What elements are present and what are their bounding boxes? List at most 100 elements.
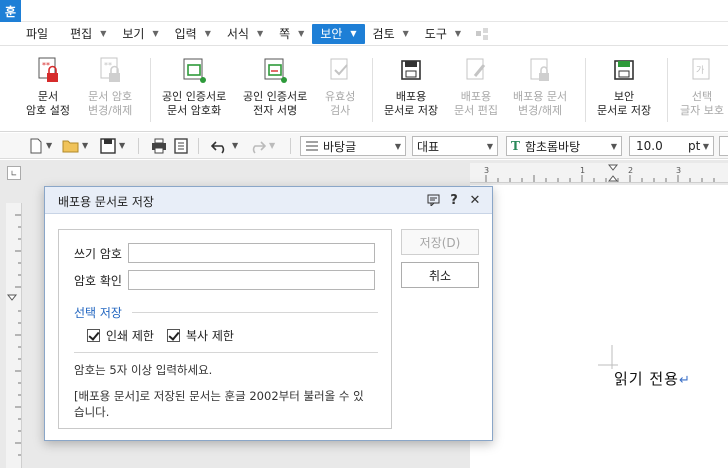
dist-change-button[interactable]: 배포용 문서 변경/해제 xyxy=(513,56,567,118)
menu-insert[interactable]: 입력 ▼ xyxy=(167,24,219,44)
dialog-title-bar[interactable]: 배포용 문서로 저장 ? ✕ xyxy=(45,187,492,214)
preview-icon[interactable] xyxy=(173,138,189,154)
cert-encrypt-label-2: 문서 암호화 xyxy=(167,104,222,117)
cancel-button[interactable]: 취소 xyxy=(401,262,479,288)
vertical-ruler[interactable] xyxy=(6,203,22,468)
save-icon[interactable] xyxy=(100,138,116,154)
change-password-label-1: 문서 암호 xyxy=(88,90,133,103)
save-disk-icon xyxy=(401,60,421,80)
menu-insert-label: 입력 xyxy=(174,27,197,41)
dist-edit-button[interactable]: 배포용 문서 편집 xyxy=(454,56,498,118)
svg-text:3: 3 xyxy=(484,166,489,175)
validity-check-button[interactable]: 유효성 검사 xyxy=(325,56,355,118)
chevron-down-icon: ▼ xyxy=(402,29,409,38)
svg-text:1: 1 xyxy=(580,166,585,175)
collaborate-icon[interactable] xyxy=(475,27,489,41)
chevron-down-icon: ▼ xyxy=(350,29,357,38)
menu-edit-label: 편집 xyxy=(70,27,93,41)
chevron-down-icon: ▼ xyxy=(454,29,462,38)
font-size-select[interactable]: 10.0 pt ▼ xyxy=(629,136,714,156)
ribbon: ** 문서 암호 설정 ** 문서 암호 변경/해제 공인 인증서로 문서 암호… xyxy=(0,46,728,132)
section-divider xyxy=(132,312,378,313)
menu-edit[interactable]: 편집 ▼ xyxy=(62,24,114,44)
validity-label-1: 유효성 xyxy=(325,90,356,103)
chevron-down-icon[interactable]: ▼ xyxy=(46,141,52,157)
font-select[interactable]: T 함초롬바탕 ▼ xyxy=(506,136,622,156)
dist-edit-label-1: 배포용 xyxy=(460,90,492,103)
font-value: 함초롬바탕 xyxy=(524,139,581,154)
menu-file[interactable]: 파일 xyxy=(0,24,62,44)
new-document-icon[interactable] xyxy=(28,138,44,154)
close-button[interactable]: ✕ xyxy=(467,192,483,208)
help-button[interactable]: ? xyxy=(446,192,462,208)
chevron-down-icon[interactable]: ▼ xyxy=(269,141,275,157)
secure-save-label-2: 문서로 저장 xyxy=(597,104,652,117)
menu-review-label: 검토 xyxy=(372,27,395,41)
copy-restrict-label: 복사 제한 xyxy=(186,329,234,343)
language-select[interactable]: 대표 ▼ xyxy=(412,136,498,156)
menu-review[interactable]: 검토 ▼ xyxy=(365,24,417,44)
document-page[interactable] xyxy=(470,185,728,468)
ribbon-divider xyxy=(150,58,151,122)
dist-save-label-1: 배포용 xyxy=(395,90,427,103)
menu-tools[interactable]: 도구 ▼ xyxy=(417,24,469,44)
style-select[interactable]: 바탕글 ▼ xyxy=(300,136,406,156)
cert-encrypt-button[interactable]: 공인 인증서로 문서 암호화 xyxy=(162,56,226,118)
confirm-password-input[interactable] xyxy=(128,270,375,290)
menu-page-label: 쪽 xyxy=(279,27,291,41)
menu-format[interactable]: 서식 ▼ xyxy=(219,24,271,44)
dist-change-label-1: 배포용 문서 xyxy=(513,90,568,103)
copy-restrict-checkbox[interactable]: 복사 제한 xyxy=(167,327,234,344)
chevron-down-icon: ▼ xyxy=(702,142,709,151)
menu-bar: 파일 편집 ▼ 보기 ▼ 입력 ▼ 서식 ▼ 쪽 ▼ 보안 ▼ 검토 ▼ 도구 ▼ xyxy=(0,22,728,46)
chevron-down-icon: ▼ xyxy=(298,29,305,38)
svg-text:가: 가 xyxy=(696,65,704,76)
ruler-corner-button[interactable]: ∟ xyxy=(7,166,21,180)
validity-check-icon xyxy=(330,58,348,80)
paragraph-style-icon xyxy=(306,141,318,151)
password-hint: 암호는 5자 이상 입력하세요. xyxy=(74,363,213,377)
document-lock-disabled-icon xyxy=(530,58,550,81)
certificate-sign-icon xyxy=(264,58,288,83)
change-password-button[interactable]: ** 문서 암호 변경/해제 xyxy=(88,56,132,118)
chevron-down-icon: ▼ xyxy=(610,142,617,151)
next-combo-edge[interactable] xyxy=(719,136,728,156)
print-icon[interactable] xyxy=(151,138,167,154)
settings-panel: 쓰기 암호 암호 확인 선택 저장 인쇄 제한 복사 제한 암호는 5자 이상 … xyxy=(58,229,392,429)
menu-security[interactable]: 보안 ▼ xyxy=(312,23,365,44)
app-logo[interactable]: 훈 xyxy=(0,0,21,22)
page-margin-guide xyxy=(598,345,618,369)
save-button[interactable]: 저장(D) xyxy=(401,229,479,255)
doc-password-label-1: 문서 xyxy=(37,90,59,103)
select-protect-button[interactable]: 가 선택 글자 보호 xyxy=(680,56,724,118)
menu-page[interactable]: 쪽 ▼ xyxy=(271,24,312,44)
cert-sign-button[interactable]: 공인 인증서로 전자 서명 xyxy=(243,56,307,118)
doc-password-button[interactable]: ** 문서 암호 설정 xyxy=(26,56,70,118)
title-bar: 훈 xyxy=(0,0,728,22)
undo-icon[interactable] xyxy=(211,138,229,154)
chevron-down-icon[interactable]: ▼ xyxy=(82,141,88,157)
secure-save-button[interactable]: 보안 문서로 저장 xyxy=(597,56,651,118)
horizontal-ruler[interactable]: 3 1 2 3 xyxy=(470,163,728,183)
checkbox-checked-icon xyxy=(167,329,180,342)
select-protect-label-1: 선택 xyxy=(691,90,713,103)
open-folder-icon[interactable] xyxy=(62,138,80,154)
menu-view-label: 보기 xyxy=(122,27,145,41)
document-lock-disabled-icon: ** xyxy=(100,57,121,82)
document-text-content: 읽기 전용 xyxy=(614,370,679,388)
print-restrict-checkbox[interactable]: 인쇄 제한 xyxy=(87,327,154,344)
chevron-down-icon: ▼ xyxy=(100,29,107,38)
compat-note-line-1: [배포용 문서]로 저장된 문서는 훈글 2002부터 불러올 수 있 xyxy=(74,389,364,403)
chevron-down-icon[interactable]: ▼ xyxy=(119,141,125,157)
menu-view[interactable]: 보기 ▼ xyxy=(114,24,166,44)
dist-save-button[interactable]: 배포용 문서로 저장 xyxy=(384,56,438,118)
secure-save-label-1: 보안 xyxy=(613,90,635,103)
dialog-comment-icon[interactable] xyxy=(425,192,441,208)
redo-icon[interactable] xyxy=(248,138,266,154)
style-value: 바탕글 xyxy=(323,139,357,154)
menu-format-label: 서식 xyxy=(226,27,249,41)
ribbon-divider xyxy=(585,58,586,122)
ruler-ticks: 3 1 2 3 xyxy=(484,164,715,182)
write-password-input[interactable] xyxy=(128,243,375,263)
chevron-down-icon[interactable]: ▼ xyxy=(232,141,238,157)
